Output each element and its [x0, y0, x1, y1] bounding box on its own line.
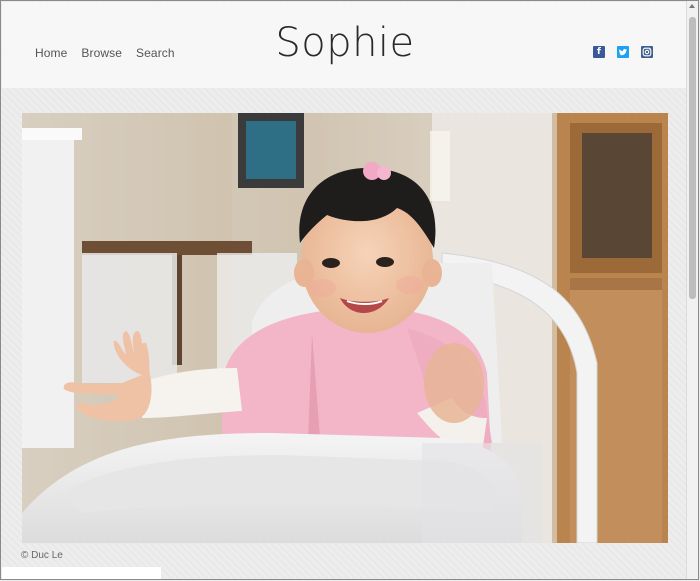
scroll-up-arrow-icon[interactable]	[689, 4, 695, 8]
hero-photo	[22, 113, 668, 543]
vertical-scrollbar[interactable]	[686, 1, 698, 579]
site-title[interactable]: Sophie	[2, 20, 688, 66]
baby-photo-illustration	[22, 113, 668, 543]
instagram-icon[interactable]	[641, 46, 653, 58]
browser-window: Home Browse Search Sophie f © Duc Le	[0, 0, 699, 580]
scrollbar-thumb[interactable]	[689, 17, 696, 299]
facebook-icon[interactable]: f	[593, 46, 605, 58]
twitter-icon[interactable]	[617, 46, 629, 58]
site-header: Home Browse Search Sophie f	[2, 2, 688, 88]
photo-credit: © Duc Le	[21, 550, 63, 561]
footer-panel	[2, 567, 161, 579]
social-links: f	[593, 46, 653, 58]
